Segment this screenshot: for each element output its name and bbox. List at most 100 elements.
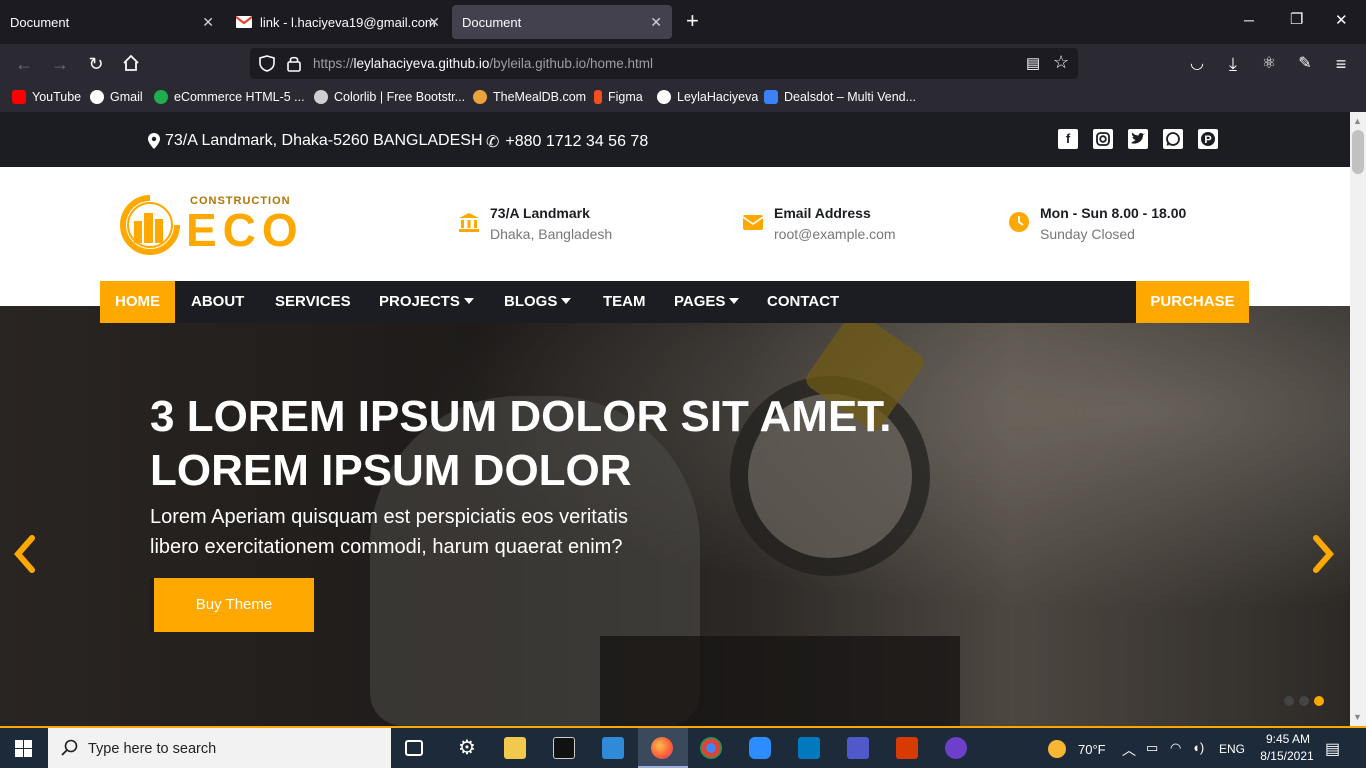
- menu-item-projects[interactable]: PROJECTS: [364, 281, 489, 323]
- bookmark-ecommerce[interactable]: eCommerce HTML-5 ...: [154, 90, 305, 104]
- clock-date[interactable]: 8/15/2021: [1254, 749, 1320, 763]
- bookmark-dealsdot[interactable]: Dealsdot – Multi Vend...: [764, 90, 916, 104]
- purchase-button[interactable]: PURCHASE: [1136, 281, 1249, 323]
- react-devtools-icon[interactable]: ⚛: [1258, 54, 1280, 76]
- pocket-icon[interactable]: ◡: [1186, 54, 1208, 76]
- facebook-icon[interactable]: f: [1058, 129, 1078, 149]
- buy-theme-button[interactable]: Buy Theme: [150, 578, 314, 632]
- bookmark-youtube[interactable]: YouTube: [12, 90, 81, 104]
- browser-tab[interactable]: Document ✕: [0, 5, 224, 39]
- task-view-icon[interactable]: [405, 740, 423, 756]
- download-icon[interactable]: ⤓: [1222, 54, 1244, 76]
- restore-icon[interactable]: ❐: [1290, 10, 1303, 28]
- bookmark-gmail[interactable]: Gmail: [90, 90, 143, 104]
- bookmark-figma[interactable]: Figma: [594, 90, 643, 104]
- taskbar-search[interactable]: Type here to search: [48, 728, 391, 768]
- bookmark-label: Gmail: [110, 90, 143, 104]
- menu-label: CONTACT: [767, 293, 840, 310]
- prev-slide-arrow-icon[interactable]: [10, 534, 40, 574]
- slide-dot-active[interactable]: [1314, 696, 1324, 706]
- weather-text[interactable]: 70°F: [1078, 742, 1106, 757]
- twitter-icon[interactable]: [1128, 129, 1148, 149]
- trello-icon[interactable]: [798, 737, 820, 759]
- top-address: 73/A Landmark, Dhaka-5260 BANGLADESH: [148, 132, 483, 150]
- zoom-icon[interactable]: [749, 737, 771, 759]
- vscode-icon[interactable]: [602, 737, 624, 759]
- shield-icon[interactable]: [259, 55, 275, 72]
- scroll-up-icon[interactable]: ▲: [1353, 116, 1362, 126]
- whatsapp-icon[interactable]: [1163, 129, 1183, 149]
- menu-item-home[interactable]: HOME: [100, 281, 175, 323]
- map-marker-icon: [148, 133, 160, 149]
- reload-icon[interactable]: ↻: [85, 54, 107, 76]
- terminal-icon[interactable]: [553, 737, 575, 759]
- forward-icon[interactable]: →: [49, 54, 71, 76]
- github-desktop-icon[interactable]: [945, 737, 967, 759]
- scrollbar-thumb[interactable]: [1352, 130, 1364, 174]
- firefox-taskbar-button[interactable]: [638, 728, 688, 768]
- menu-item-services[interactable]: SERVICES: [260, 281, 366, 323]
- new-tab-button[interactable]: +: [686, 10, 699, 32]
- pinterest-icon[interactable]: P: [1198, 129, 1218, 149]
- bookmark-star-icon[interactable]: ☆: [1053, 52, 1069, 73]
- bank-icon: [459, 213, 479, 232]
- instagram-icon[interactable]: [1093, 129, 1113, 149]
- office-icon[interactable]: [896, 737, 918, 759]
- lock-icon[interactable]: [287, 55, 301, 72]
- language-indicator[interactable]: ENG: [1219, 742, 1245, 756]
- menu-icon[interactable]: ≡: [1330, 54, 1352, 76]
- hero-title-line: 3 LOREM IPSUM DOLOR SIT AMET.: [150, 392, 892, 441]
- clock-time[interactable]: 9:45 AM: [1258, 732, 1318, 746]
- page-scrollbar[interactable]: ▲ ▼: [1350, 112, 1366, 726]
- windows-start-icon[interactable]: [15, 740, 32, 757]
- menu-item-about[interactable]: ABOUT: [176, 281, 259, 323]
- close-icon[interactable]: ✕: [202, 14, 214, 31]
- search-placeholder: Type here to search: [88, 741, 217, 757]
- url-host: leylahaciyeva.github.io: [353, 56, 490, 71]
- url-text[interactable]: https://leylahaciyeva.github.io/byleila.…: [313, 56, 653, 71]
- chrome-icon[interactable]: [700, 737, 722, 759]
- logo[interactable]: CONSTRUCTION ECO: [120, 195, 320, 255]
- close-icon[interactable]: ✕: [650, 14, 662, 31]
- weather-sun-icon[interactable]: [1048, 740, 1066, 758]
- teams-icon[interactable]: [847, 737, 869, 759]
- clock-icon: [1009, 212, 1029, 232]
- slide-dot[interactable]: [1284, 696, 1294, 706]
- menu-item-team[interactable]: TEAM: [588, 281, 661, 323]
- home-icon[interactable]: [120, 54, 142, 76]
- battery-icon[interactable]: ▭: [1146, 740, 1158, 756]
- figma-icon: [594, 90, 602, 104]
- tab-title: Document: [10, 14, 70, 30]
- next-slide-arrow-icon[interactable]: [1308, 534, 1338, 574]
- scroll-down-icon[interactable]: ▼: [1353, 712, 1362, 722]
- close-window-icon[interactable]: ✕: [1335, 11, 1348, 29]
- file-explorer-icon[interactable]: [504, 737, 526, 759]
- menu-item-blogs[interactable]: BLOGS: [489, 281, 586, 323]
- wifi-icon[interactable]: ◠: [1170, 740, 1181, 756]
- bookmark-label: YouTube: [32, 90, 82, 104]
- volume-icon[interactable]: ◖): [1192, 740, 1204, 755]
- menu-item-pages[interactable]: PAGES: [659, 281, 754, 323]
- chevron-up-icon[interactable]: ︿: [1122, 740, 1136, 760]
- browser-tab[interactable]: link - l.haciyeva19@gmail.com ✕: [226, 5, 450, 39]
- info-title: Mon - Sun 8.00 - 18.00: [1040, 205, 1187, 221]
- bookmark-themealdb[interactable]: TheMealDB.com: [473, 90, 586, 104]
- phone-icon: ✆: [486, 134, 500, 151]
- bookmark-leylahaciyeva[interactable]: LeylaHaciyeva: [657, 90, 758, 104]
- back-icon[interactable]: ←: [13, 54, 35, 76]
- settings-gear-icon[interactable]: ⚙: [456, 737, 478, 759]
- reader-view-icon[interactable]: ▤: [1026, 54, 1040, 72]
- browser-tab-active[interactable]: Document ✕: [452, 5, 672, 39]
- firefox-icon: [651, 737, 673, 759]
- slide-dot[interactable]: [1299, 696, 1309, 706]
- url-bar[interactable]: https://leylahaciyeva.github.io/byleila.…: [250, 48, 1078, 79]
- notification-icon[interactable]: ▤: [1325, 739, 1340, 759]
- close-icon[interactable]: ✕: [428, 14, 440, 31]
- menu-label: SERVICES: [275, 293, 351, 310]
- bookmark-colorlib[interactable]: Colorlib | Free Bootstr...: [314, 90, 465, 104]
- menu-label: BLOGS: [504, 293, 558, 310]
- pen-icon[interactable]: ✎: [1294, 54, 1316, 76]
- minimize-icon[interactable]: ─: [1244, 12, 1254, 28]
- menu-item-contact[interactable]: CONTACT: [752, 281, 854, 323]
- bookmark-label: eCommerce HTML-5 ...: [174, 90, 305, 104]
